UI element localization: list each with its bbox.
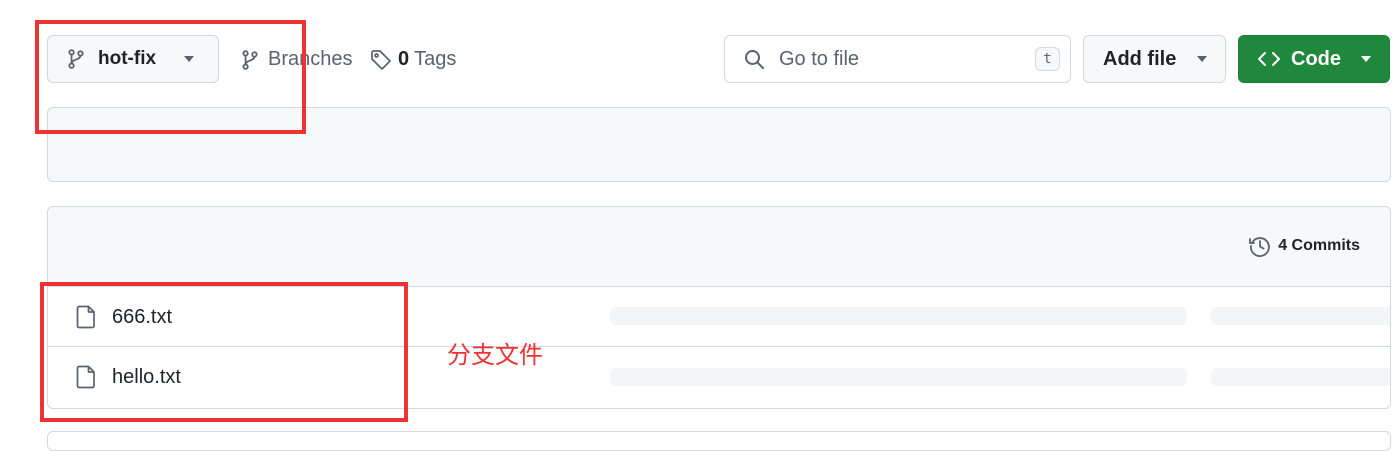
file-list-header: 4 Commits [48,207,1390,287]
loading-placeholder [610,368,1187,386]
tags-label: Tags [414,48,457,70]
keyboard-shortcut-hint: t [1035,47,1060,71]
code-icon [1258,52,1280,66]
search-icon [744,49,765,70]
tags-link[interactable]: 0 Tags [370,48,456,71]
history-icon [1248,234,1272,258]
code-label: Code [1291,47,1341,70]
commits-link[interactable]: 4 Commits [1248,234,1360,258]
search-placeholder: Go to file [779,47,860,70]
add-file-button[interactable]: Add file [1083,35,1226,83]
readme-panel-edge [47,431,1391,451]
tag-icon [370,49,392,71]
chevron-down-icon [1197,56,1207,62]
loading-placeholder [610,307,1187,325]
annotation-label: 分支文件 [447,342,543,369]
loading-placeholder [1211,307,1390,325]
commits-label: 4 Commits [1278,237,1360,254]
files-highlight-box [40,282,408,422]
loading-placeholder [1211,368,1390,386]
tags-count: 0 [398,48,410,70]
branch-highlight-box [35,20,306,134]
add-file-label: Add file [1103,47,1177,70]
code-button[interactable]: Code [1238,35,1390,83]
go-to-file-search[interactable]: Go to file t [724,35,1071,83]
chevron-down-icon [1361,56,1371,62]
